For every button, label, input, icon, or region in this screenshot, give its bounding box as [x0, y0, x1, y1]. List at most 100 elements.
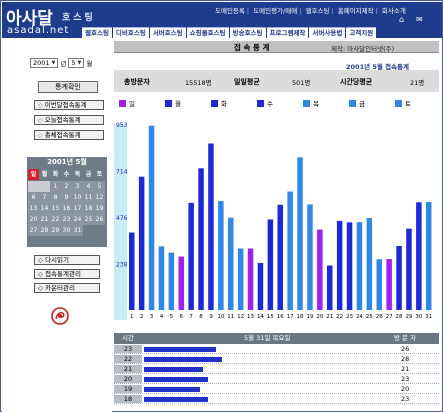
year-select[interactable]: 2001 ▼	[30, 58, 59, 68]
tool-label: 다시읽기	[45, 256, 69, 264]
y-tick-label: 476	[116, 215, 128, 222]
calendar-day[interactable]: 8	[50, 192, 61, 203]
legend-item: 월	[165, 98, 181, 108]
calendar-day[interactable]: 23	[61, 214, 72, 225]
calendar-day[interactable]: 7	[39, 192, 50, 203]
nav-tab-webhosting[interactable]: 웹호스팅	[82, 27, 112, 38]
calendar-weekday: 목	[74, 171, 81, 178]
bullet-icon: ◇	[38, 284, 43, 292]
calendar-weekday: 월	[41, 171, 48, 178]
legend-swatch	[119, 99, 126, 107]
calendar-day[interactable]: 19	[94, 203, 105, 214]
calendar-day[interactable]: 21	[39, 214, 50, 225]
calendar-day[interactable]: 17	[72, 203, 83, 214]
chart-bar	[198, 168, 204, 310]
home-icon[interactable]: ⌂	[399, 16, 408, 24]
calendar-day[interactable]: 11	[83, 192, 94, 203]
nav-tab-dbhosting[interactable]: 디비호스팅	[112, 27, 149, 38]
x-tick-label: 1	[130, 314, 134, 320]
chart-bar	[138, 176, 145, 310]
stats-manage-button[interactable]: ◇ 접속통계관리	[34, 269, 100, 279]
nav-tab-broadcasthosting[interactable]: 방송호스팅	[229, 27, 266, 38]
title-bar: 접 속 통 계 제작: 아사달인터넷(주)	[114, 41, 439, 53]
total-visitors-value: 15518명	[185, 79, 212, 87]
stats-summary: 총방문자 15518명 일일평균 501명 시간당평균 21명	[114, 70, 439, 92]
top-link-homepage[interactable]: 홈페이지제작	[337, 7, 375, 15]
menu-today-stats[interactable]: ◇ 오늘접속통계	[34, 115, 104, 125]
logo-domain: asadal.net	[7, 25, 70, 36]
calendar-day[interactable]: 27	[28, 225, 39, 236]
calendar-day[interactable]: 15	[50, 203, 61, 214]
calendar-day[interactable]: 1	[50, 181, 61, 192]
calendar-day[interactable]: 29	[50, 225, 61, 236]
legend-swatch	[349, 99, 356, 107]
calendar-day[interactable]: 2	[61, 181, 72, 192]
header: 아사달 호스팅 asadal.net 도메인등록 | 도메인평가/매매 | 웹호스팅…	[2, 2, 442, 38]
calendar-day[interactable]: 31	[72, 225, 83, 236]
stats-check-button[interactable]: 통계확인	[38, 81, 98, 93]
row-count: 26	[401, 345, 410, 353]
chart-bar	[158, 246, 165, 310]
nav-tab-support[interactable]: 고객지원	[346, 27, 377, 38]
counter-manage-button[interactable]: ◇ 카운터관리	[34, 283, 100, 293]
calendar-blank	[28, 181, 39, 192]
hourly-table-header: 시간 5월 31일 목요일 방 문 자	[114, 333, 439, 344]
top-link-domain-trade[interactable]: 도메인평가/매매	[252, 7, 298, 15]
calendar-day[interactable]: 13	[28, 203, 39, 214]
calendar-day[interactable]: 12	[94, 192, 105, 203]
page-title: 접 속 통 계	[234, 43, 270, 52]
reload-button[interactable]: ◇ 다시읽기	[34, 255, 100, 265]
top-link-webhosting[interactable]: 웹호스팅	[305, 7, 331, 15]
menu-total-stats[interactable]: ◇ 총체접속통계	[34, 130, 104, 140]
nav-tab-server-guide[interactable]: 서버사용법	[309, 27, 346, 38]
calendar: 2001년 5월 일 월 화 수 목 금 토 1 2 3 4 5 6 7 8 9 10 11 12 13 14 15 16 1…	[27, 157, 107, 247]
x-tick-label: 15	[267, 314, 274, 320]
top-link-domain[interactable]: 도메인등록	[214, 7, 246, 15]
calendar-day[interactable]: 25	[83, 214, 94, 225]
x-tick-label: 13	[247, 314, 254, 320]
table-row: 21 21	[114, 365, 439, 374]
legend-label: 수	[267, 100, 273, 108]
menu-label: 이번달접속통계	[44, 101, 87, 109]
chart-bar	[218, 201, 224, 310]
calendar-day[interactable]: 22	[50, 214, 61, 225]
cart-icon[interactable]: ✉	[416, 16, 426, 24]
legend-swatch	[303, 99, 310, 107]
main-nav: 웹호스팅 디비호스팅 서버호스팅 쇼핑몰호스팅 방송호스팅 프로그램제작 서버사…	[82, 27, 377, 38]
nav-tab-program[interactable]: 프로그램제작	[266, 27, 309, 38]
calendar-day[interactable]: 24	[72, 214, 83, 225]
calendar-day[interactable]: 9	[61, 192, 72, 203]
chart-bar	[386, 259, 392, 310]
calendar-day[interactable]: 3	[72, 181, 83, 192]
calendar-day[interactable]: 20	[28, 214, 39, 225]
calendar-day[interactable]: 18	[83, 203, 94, 214]
main-content: 접 속 통 계 제작: 아사달인터넷(주) 2001년 5월 접속통계 총방문자…	[114, 38, 442, 412]
chart-bar	[237, 248, 244, 310]
col-date: 5월 31일 목요일	[244, 334, 291, 342]
chart-bar	[148, 125, 155, 310]
x-tick-label: 7	[189, 314, 193, 320]
chart-bar	[208, 143, 214, 310]
calendar-day[interactable]: 5	[94, 181, 105, 192]
month-select[interactable]: 5 ▼	[68, 58, 85, 68]
row-bar	[144, 377, 208, 382]
nav-tab-serverhosting[interactable]: 서버호스팅	[149, 27, 186, 38]
nav-tab-shophosting[interactable]: 쇼핑몰호스팅	[186, 27, 229, 38]
calendar-day[interactable]: 16	[61, 203, 72, 214]
date-selector: 2001 ▼ 년 5 ▼ 월	[30, 58, 92, 68]
bullet-icon: ◇	[38, 256, 43, 264]
calendar-title: 2001년 5월	[47, 158, 87, 166]
calendar-day[interactable]: 28	[39, 225, 50, 236]
legend-label: 목	[313, 100, 319, 108]
menu-this-month-stats[interactable]: ◇ 이번달접속통계	[34, 100, 104, 110]
top-link-company[interactable]: 회사소개	[381, 7, 407, 15]
chart-bar	[307, 204, 313, 310]
calendar-day[interactable]: 6	[28, 192, 39, 203]
calendar-day[interactable]: 26	[94, 214, 105, 225]
calendar-day[interactable]: 4	[83, 181, 94, 192]
calendar-day[interactable]: 14	[39, 203, 50, 214]
calendar-day[interactable]: 10	[72, 192, 83, 203]
x-tick-label: 22	[336, 314, 343, 320]
legend-swatch	[395, 99, 402, 107]
calendar-day[interactable]: 30	[61, 225, 72, 236]
